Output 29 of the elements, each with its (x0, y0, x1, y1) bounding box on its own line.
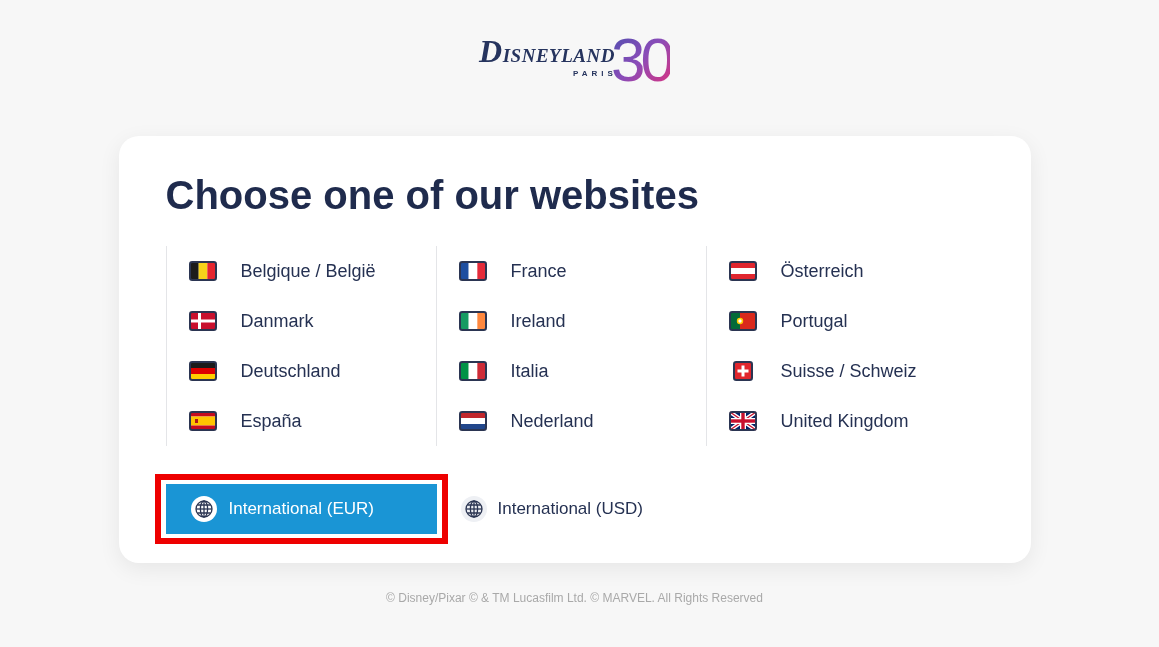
germany-flag-icon (188, 361, 217, 381)
austria-flag-icon (728, 261, 757, 281)
copyright-text: © Disney/Pixar © & TM Lucasfilm Ltd. © MARVEL. All Rights Reserved (386, 590, 763, 606)
site-link[interactable]: España (188, 396, 302, 446)
globe-icon (460, 496, 487, 522)
site-link[interactable]: Belgique / België (188, 246, 376, 296)
switzerland-flag-icon (732, 361, 753, 381)
site-link[interactable]: Suisse / Schweiz (728, 346, 917, 396)
denmark-flag-icon (188, 311, 217, 331)
spain-flag-icon (188, 411, 217, 431)
site-link[interactable]: Portugal (728, 296, 848, 346)
belgium-flag-icon (188, 261, 217, 281)
site-link[interactable]: United Kingdom (728, 396, 909, 446)
site-link[interactable]: France (458, 246, 567, 296)
site-link[interactable]: Österreich (728, 246, 864, 296)
uk-flag-icon (728, 411, 757, 431)
card-title: Choose one of our websites (165, 172, 700, 218)
site-link[interactable]: Italia (458, 346, 549, 396)
italy-flag-icon (458, 361, 487, 381)
netherlands-flag-icon (458, 411, 487, 431)
site-link[interactable]: International (USD) (460, 496, 643, 522)
globe-icon (190, 496, 217, 522)
portugal-flag-icon (728, 311, 757, 331)
ireland-flag-icon (458, 311, 487, 331)
site-link[interactable]: Ireland (458, 296, 566, 346)
site-link[interactable]: Deutschland (188, 346, 341, 396)
france-flag-icon (458, 261, 487, 281)
site-link[interactable]: Nederland (458, 396, 594, 446)
site-link[interactable]: Danmark (188, 296, 314, 346)
